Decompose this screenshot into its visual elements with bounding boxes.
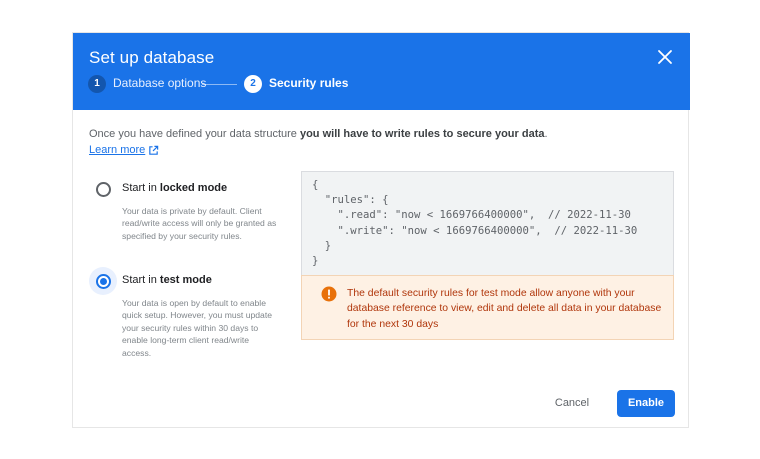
dialog-header: Set up database 1 Database options 2 Sec… (73, 33, 690, 110)
security-rules-code: { "rules": { ".read": "now < 16697664000… (301, 171, 674, 275)
dialog-title: Set up database (89, 48, 215, 67)
enable-button[interactable]: Enable (617, 390, 675, 417)
locked-mode-bold: locked mode (159, 182, 228, 194)
warning-text: The default security rules for test mode… (347, 288, 662, 330)
setup-database-dialog: Set up database 1 Database options 2 Sec… (72, 32, 690, 428)
locked-mode-radio-wrap[interactable] (89, 175, 117, 203)
intro-text: Once you have defined your data structur… (89, 128, 548, 140)
test-mode-bold: test mode (159, 274, 212, 286)
intro-plain: Once you have defined your data structur… (89, 128, 300, 140)
step-1-label: Database options (113, 76, 207, 90)
step-connector (202, 84, 237, 85)
code-line: ".read": "now < 1669766400000", // 2022-… (312, 209, 631, 222)
locked-mode-title: Start in locked mode (122, 182, 227, 194)
test-mode-warning: The default security rules for test mode… (301, 275, 674, 340)
external-link-icon (149, 145, 159, 155)
test-mode-prefix: Start in (122, 274, 160, 286)
learn-more-label: Learn more (89, 144, 146, 156)
locked-mode-prefix: Start in (122, 182, 160, 194)
cancel-button[interactable]: Cancel (543, 390, 601, 416)
locked-mode-radio[interactable] (95, 181, 111, 197)
step-1-number: 1 (88, 75, 106, 93)
test-mode-description: Your data is open by default to enable q… (122, 298, 272, 358)
code-line: } (312, 239, 332, 252)
code-line: ".write": "now < 1669766400000", // 2022… (312, 224, 638, 237)
learn-more-link[interactable]: Learn more (89, 144, 159, 156)
intro-end: . (544, 128, 548, 140)
intro-bold: you will have to write rules to secure y… (299, 128, 545, 140)
code-line: { (312, 179, 319, 191)
close-icon (658, 50, 672, 64)
warning-icon (321, 286, 337, 302)
test-mode-title: Start in test mode (122, 274, 212, 286)
test-mode-radio-wrap[interactable] (89, 267, 117, 295)
code-line: } (312, 255, 319, 268)
code-line: "rules": { (312, 194, 389, 207)
stepper: 1 Database options 2 Security rules (88, 74, 488, 94)
locked-mode-description: Your data is private by default. Client … (122, 206, 277, 241)
close-button[interactable] (655, 47, 675, 67)
step-2-number: 2 (244, 75, 262, 93)
step-2-label: Security rules (269, 76, 349, 90)
test-mode-radio[interactable] (95, 273, 111, 289)
